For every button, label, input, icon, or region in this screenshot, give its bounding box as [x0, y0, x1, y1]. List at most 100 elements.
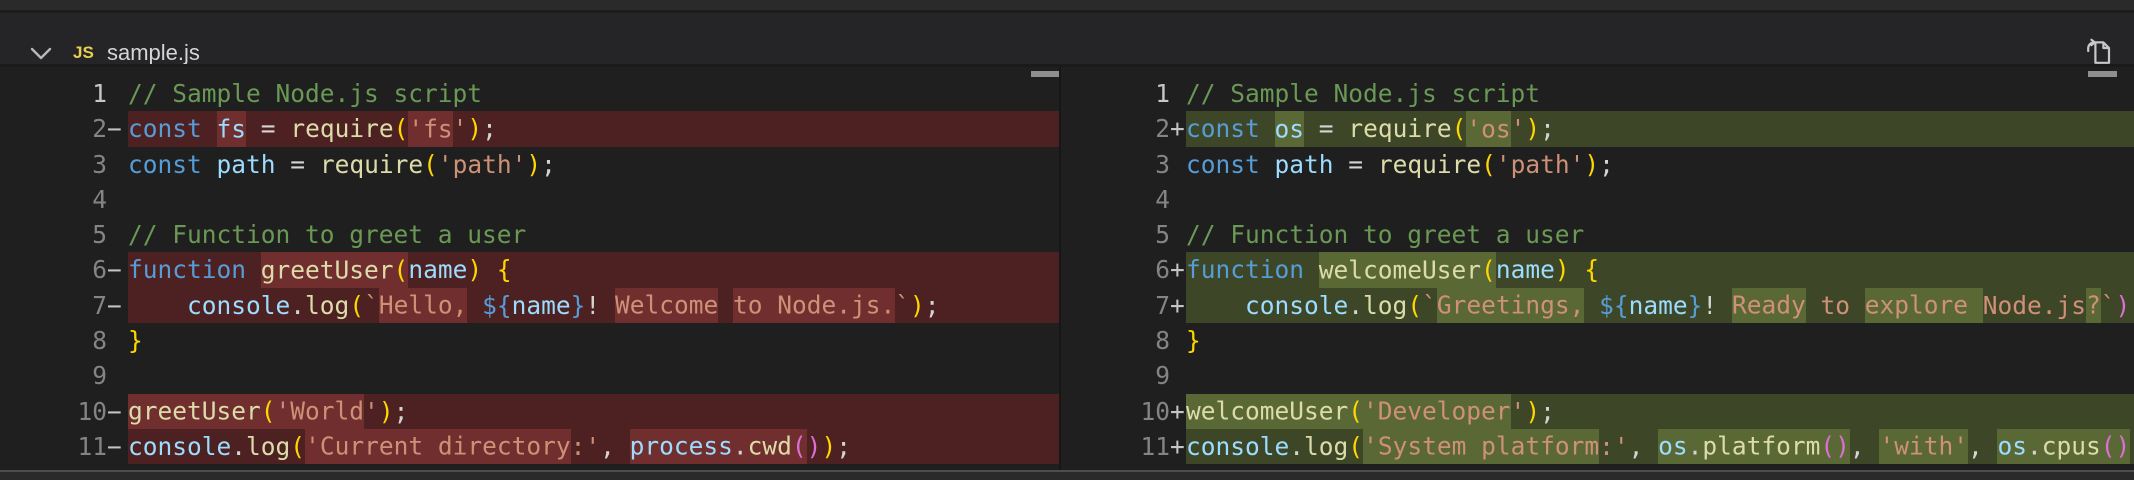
code-token: = — [246, 114, 290, 143]
code-token: os — [1997, 429, 2027, 464]
diff-line[interactable]: 6+function welcomeUser(name) { — [1061, 252, 2134, 287]
diff-sign: + — [1170, 111, 1186, 146]
diff-pane-original[interactable]: 1// Sample Node.js script2−const fs = re… — [0, 67, 1059, 470]
code-token: = — [276, 150, 320, 179]
line-number: 6 — [1061, 252, 1170, 287]
diff-line[interactable]: 6−function greetUser(name) { — [0, 252, 1059, 287]
code-token: ) — [821, 432, 836, 461]
code-token: } — [1186, 326, 1201, 355]
diff-sign — [1170, 76, 1186, 111]
diff-line[interactable]: 10−greetUser('World'); — [0, 394, 1059, 429]
code-token: ) — [379, 397, 394, 426]
code-token: ${ — [1599, 291, 1629, 320]
code-token: Ready — [1732, 288, 1806, 323]
code-line-content: console.log('System platform:', os.platf… — [1186, 429, 2134, 464]
diff-line[interactable]: 10+welcomeUser('Developer'); — [1061, 394, 2134, 429]
diff-line[interactable]: 1// Sample Node.js script — [0, 76, 1059, 111]
scrollbar-thumb-right[interactable] — [2088, 71, 2117, 77]
code-token: ) — [807, 432, 822, 461]
code-token: name — [512, 291, 571, 320]
code-token — [482, 255, 497, 284]
diff-sign: − — [107, 288, 128, 323]
code-token — [1260, 150, 1275, 179]
code-token: console — [187, 291, 290, 320]
code-line-content: console.log('Current directory:', proces… — [128, 429, 1059, 464]
code-token: ` — [2101, 291, 2116, 320]
code-token: ; — [482, 114, 497, 143]
code-token: ) — [1525, 397, 1540, 426]
code-token — [1260, 114, 1275, 143]
code-line-content — [1186, 182, 2134, 217]
code-token — [718, 291, 733, 320]
line-number: 4 — [1061, 182, 1170, 217]
code-line-content: console.log(`Hello, ${name}! Welcome to … — [128, 288, 1059, 323]
chevron-down-icon[interactable] — [30, 47, 52, 60]
line-number: 9 — [0, 358, 107, 393]
diff-sign — [107, 76, 128, 111]
code-token: require — [320, 150, 423, 179]
code-line-content: greetUser('World'); — [128, 394, 1059, 429]
diff-line[interactable]: 5// Function to greet a user — [1061, 217, 2134, 252]
diff-line[interactable]: 7+ console.log(`Greetings, ${name}! Read… — [1061, 288, 2134, 323]
code-token: log — [246, 432, 290, 461]
code-token: , — [600, 432, 630, 461]
code-token: process — [630, 429, 733, 464]
code-line-content: function greetUser(name) { — [128, 252, 1059, 287]
code-token: 'os — [1466, 111, 1510, 146]
code-token: const — [1186, 150, 1260, 179]
diff-line[interactable]: 11+console.log('System platform:', os.pl… — [1061, 429, 2134, 464]
code-token: ( — [1481, 252, 1496, 287]
code-token: ? — [2086, 288, 2101, 323]
diff-line[interactable]: 5// Function to greet a user — [0, 217, 1059, 252]
diff-line[interactable]: 3const path = require('path'); — [1061, 147, 2134, 182]
bottom-strip — [0, 470, 2134, 480]
line-number: 5 — [1061, 217, 1170, 252]
diff-line[interactable]: 8} — [0, 323, 1059, 358]
code-token: . — [2027, 429, 2042, 464]
line-number: 1 — [0, 76, 107, 111]
diff-pane-modified[interactable]: 1// Sample Node.js script2+const os = re… — [1061, 67, 2134, 470]
code-token: ( — [1407, 291, 1422, 320]
code-token: ( — [1348, 394, 1363, 429]
code-token — [202, 114, 217, 143]
code-token: ; — [925, 291, 940, 320]
code-line-content: console.log(`Greetings, ${name}! Ready t… — [1186, 288, 2134, 323]
original-code-lines: 1// Sample Node.js script2−const fs = re… — [0, 67, 1059, 464]
code-token: . — [290, 291, 305, 320]
line-number: 2 — [1061, 111, 1170, 146]
scrollbar-thumb-left[interactable] — [1031, 71, 1059, 77]
code-token: ! — [585, 291, 600, 320]
line-number: 7 — [0, 288, 107, 323]
diff-line[interactable]: 3const path = require('path'); — [0, 147, 1059, 182]
code-token: explore — [1865, 288, 1983, 323]
code-token: ( — [349, 291, 364, 320]
diff-line[interactable]: 11−console.log('Current directory:', pro… — [0, 429, 1059, 464]
code-token — [1186, 291, 1245, 320]
code-token — [202, 150, 217, 179]
code-token: require — [290, 114, 393, 143]
code-token: greetUser — [261, 252, 394, 287]
diff-line[interactable]: 7− console.log(`Hello, ${name}! Welcome … — [0, 288, 1059, 323]
diff-line[interactable]: 2+const os = require('os'); — [1061, 111, 2134, 146]
line-number: 3 — [0, 147, 107, 182]
diff-line[interactable]: 1// Sample Node.js script — [1061, 76, 2134, 111]
line-number: 10 — [1061, 394, 1170, 429]
code-token: ' — [453, 114, 468, 143]
diff-line[interactable]: 4 — [0, 182, 1059, 217]
code-token: ( — [1481, 150, 1496, 179]
code-token: platform — [1702, 429, 1820, 464]
diff-line[interactable]: 9 — [1061, 358, 2134, 393]
code-token: function — [1186, 255, 1304, 284]
diff-line[interactable]: 9 — [0, 358, 1059, 393]
code-line-content — [1186, 358, 2134, 393]
code-line-content: // Function to greet a user — [128, 217, 1059, 252]
code-token: } — [571, 291, 586, 320]
code-token: ` — [364, 291, 379, 320]
diff-line[interactable]: 4 — [1061, 182, 2134, 217]
diff-header: JS sample.js — [0, 13, 2134, 64]
code-token: ; — [1599, 150, 1614, 179]
diff-sign: − — [107, 252, 128, 287]
diff-line[interactable]: 8} — [1061, 323, 2134, 358]
code-token: require — [1378, 150, 1481, 179]
diff-line[interactable]: 2−const fs = require('fs'); — [0, 111, 1059, 146]
